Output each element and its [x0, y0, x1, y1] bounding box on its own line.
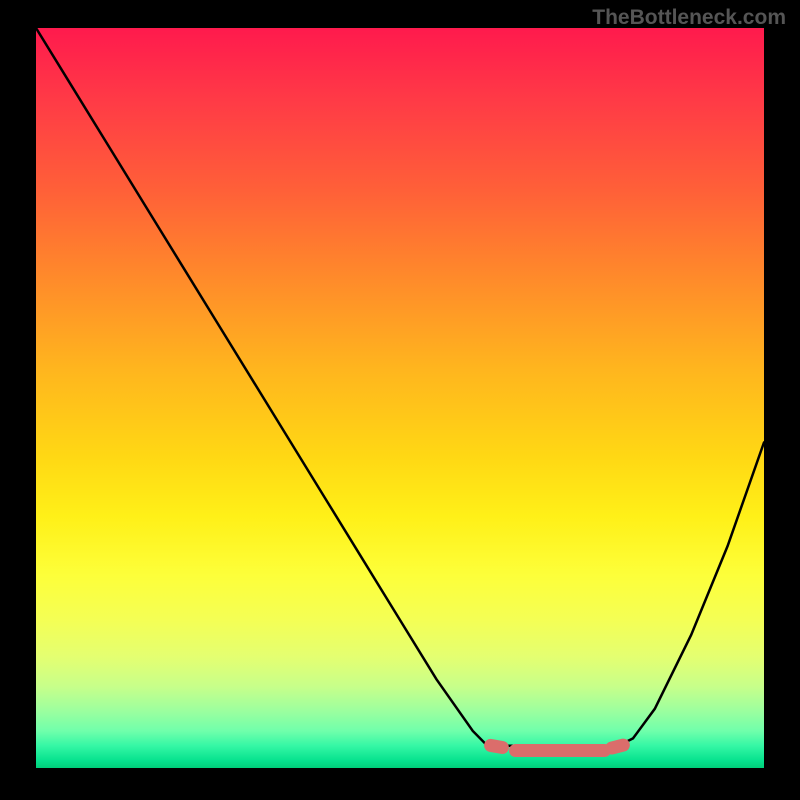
chart-gradient-area [36, 28, 764, 768]
optimal-range-marker [483, 738, 510, 755]
bottleneck-curve [36, 28, 764, 768]
optimal-range-marker [509, 744, 611, 757]
optimal-range-marker [604, 737, 632, 756]
watermark-text: TheBottleneck.com [592, 6, 786, 30]
